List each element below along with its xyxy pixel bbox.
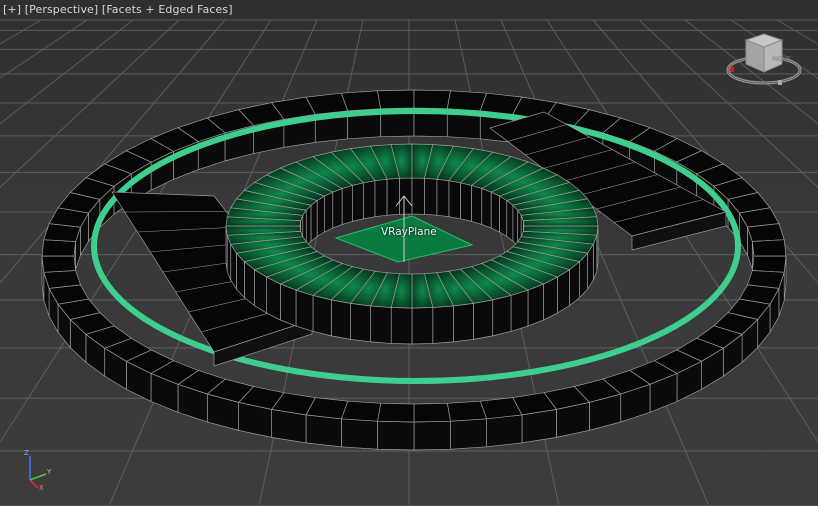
viewcube[interactable]: RIGHT xyxy=(724,30,804,94)
x-axis-label: X xyxy=(39,484,44,490)
inner-ring-outer-face xyxy=(350,303,371,343)
outer-ring-top-face xyxy=(377,89,415,110)
outer-ring-top-face xyxy=(413,89,451,110)
inner-ring-outer-face xyxy=(527,283,544,327)
scene-canvas[interactable] xyxy=(0,0,818,506)
inner-ring-outer-face xyxy=(330,299,351,340)
inner-ring-inner-face xyxy=(310,199,318,242)
z-axis-label: Z xyxy=(24,449,29,457)
outer-ring-top-face xyxy=(41,255,76,273)
viewport-label-bar: [+] [Perspective] [Facets + Edged Faces] xyxy=(3,3,233,16)
inner-ring-inner-face xyxy=(411,177,425,215)
inner-ring-outer-face xyxy=(370,305,392,344)
viewcube-face-label: RIGHT xyxy=(772,56,791,63)
inner-ring-inner-face xyxy=(305,204,312,247)
inner-ring-inner-face xyxy=(386,177,400,216)
outer-ring-outer-face xyxy=(450,418,487,450)
inner-ring-inner-face xyxy=(506,199,514,242)
inner-ring-inner-face xyxy=(460,182,472,222)
inner-ring-inner-face xyxy=(512,204,519,247)
perspective-viewport[interactable]: [+] [Perspective] [Facets + Edged Faces]… xyxy=(0,0,818,506)
inner-ring-outer-face xyxy=(543,276,558,321)
inner-ring-outer-face xyxy=(266,276,281,321)
outer-ring-top-face xyxy=(446,90,488,112)
outer-ring-top-face xyxy=(446,400,488,422)
inner-ring-inner-face xyxy=(316,195,325,238)
outer-ring-top-face xyxy=(340,400,382,422)
inner-ring-outer-face xyxy=(453,303,474,343)
inner-ring-inner-face xyxy=(324,191,334,233)
inner-ring-inner-face xyxy=(499,195,508,238)
inner-ring-inner-face xyxy=(471,184,483,225)
inner-ring-inner-face xyxy=(490,191,500,233)
axis-tripod: Z Y X xyxy=(24,449,52,490)
outer-ring-top-face xyxy=(747,223,785,242)
vrayplane-label: VRayPlane xyxy=(381,226,437,238)
inner-ring-outer-face xyxy=(510,289,529,332)
outer-ring-outer-face xyxy=(413,420,451,451)
inner-ring-inner-face xyxy=(352,182,364,222)
outer-ring-outer-face xyxy=(377,420,415,451)
inner-ring-outer-face xyxy=(390,307,413,345)
y-axis-line xyxy=(29,473,47,481)
inner-ring-inner-face xyxy=(341,184,353,225)
inner-ring-inner-face xyxy=(448,180,461,220)
inner-ring-inner-face xyxy=(481,187,492,229)
inner-ring-outer-face xyxy=(295,289,314,332)
inner-ring-inner-face xyxy=(436,178,450,218)
inner-ring-outer-face xyxy=(411,307,434,345)
viewcube-compass-marker xyxy=(730,67,734,72)
outer-ring-top-face xyxy=(41,239,76,257)
inner-ring-inner-face xyxy=(363,180,376,220)
viewport-shading-mode[interactable]: [Facets + Edged Faces] xyxy=(102,3,233,16)
viewcube-compass-marker xyxy=(778,80,782,85)
inner-ring-inner-face xyxy=(374,178,388,218)
y-axis-label: Y xyxy=(46,468,52,476)
outer-ring-top-face xyxy=(752,239,787,257)
outer-ring-top-face xyxy=(43,270,81,289)
inner-ring-inner-face xyxy=(424,177,438,216)
grid-line xyxy=(0,19,180,188)
inner-ring-inner-face xyxy=(332,187,343,229)
outer-ring-top-face xyxy=(340,90,382,112)
inner-ring-inner-face xyxy=(399,177,413,215)
inner-ring-outer-face xyxy=(312,294,332,337)
inner-ring-outer-face xyxy=(492,294,512,337)
x-axis-line xyxy=(29,479,39,489)
outer-ring-outer-face xyxy=(305,414,342,448)
outer-ring-top-face xyxy=(377,402,415,423)
viewport-menu-button[interactable]: [+] xyxy=(3,3,21,16)
inner-ring-outer-face xyxy=(473,299,494,340)
outer-ring-top-face xyxy=(413,402,451,423)
outer-ring-top-face xyxy=(752,255,787,273)
inner-ring-outer-face xyxy=(280,283,297,327)
outer-ring-outer-face xyxy=(341,418,378,450)
viewport-view-name[interactable]: [Perspective] xyxy=(25,3,99,16)
inner-ring-outer-face xyxy=(432,305,454,344)
outer-ring-outer-face xyxy=(486,414,523,448)
